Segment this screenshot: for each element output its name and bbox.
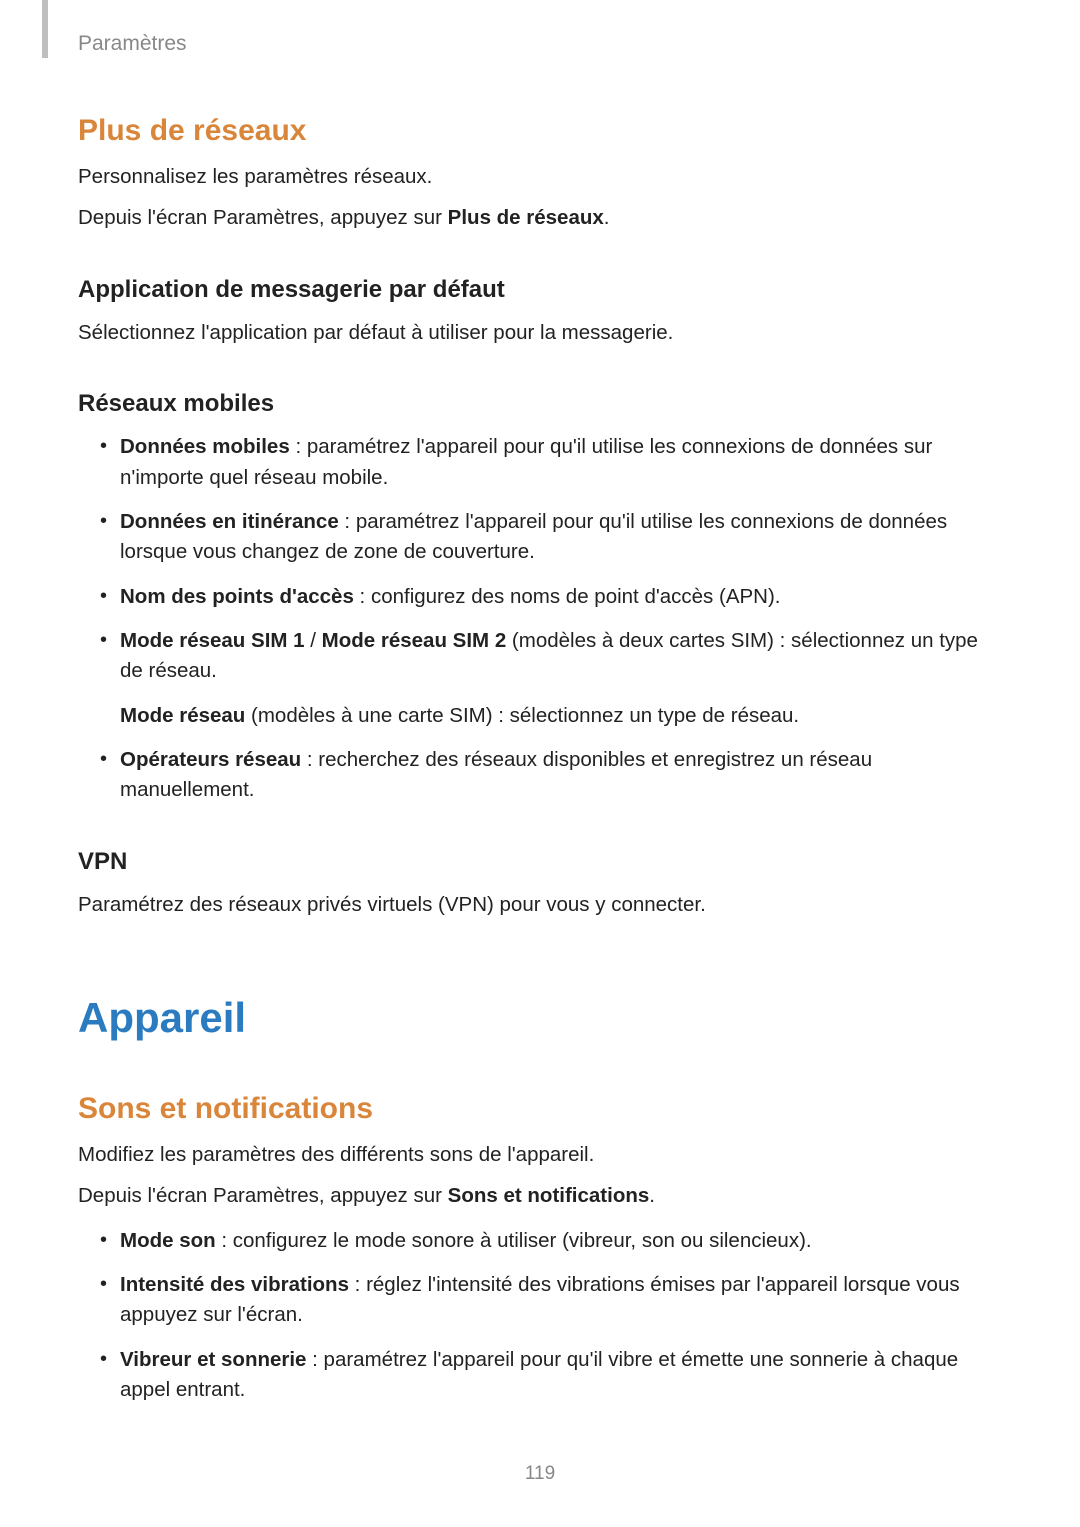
- text: .: [649, 1184, 655, 1207]
- list-item: Opérateurs réseau : recherchez des résea…: [100, 745, 1002, 806]
- paragraph: Modifiez les paramètres des différents s…: [78, 1140, 1002, 1171]
- bullet-list-sons: Mode son : configurez le mode sonore à u…: [78, 1226, 1002, 1406]
- breadcrumb: Paramètres: [78, 32, 1002, 56]
- list-item: Nom des points d'accès : configurez des …: [100, 582, 1002, 612]
- text-bold: Opérateurs réseau: [120, 748, 301, 771]
- list-item: Intensité des vibrations : réglez l'inte…: [100, 1270, 1002, 1331]
- sub-paragraph: Mode réseau (modèles à une carte SIM) : …: [120, 701, 1002, 731]
- list-item: Mode réseau SIM 1 / Mode réseau SIM 2 (m…: [100, 626, 1002, 731]
- list-item: Données mobiles : paramétrez l'appareil …: [100, 432, 1002, 493]
- paragraph: Sélectionnez l'application par défaut à …: [78, 318, 1002, 349]
- heading-sons-notifications: Sons et notifications: [78, 1092, 1002, 1126]
- subheading-mobile-networks: Réseaux mobiles: [78, 390, 1002, 418]
- text-bold: Sons et notifications: [448, 1184, 650, 1207]
- paragraph: Paramétrez des réseaux privés virtuels (…: [78, 890, 1002, 921]
- list-item: Mode son : configurez le mode sonore à u…: [100, 1226, 1002, 1256]
- text-bold: Données en itinérance: [120, 510, 339, 533]
- text-bold: Mode réseau: [120, 704, 245, 727]
- text: Depuis l'écran Paramètres, appuyez sur: [78, 206, 448, 229]
- text-bold: Mode réseau SIM 2: [322, 629, 507, 652]
- subheading-vpn: VPN: [78, 848, 1002, 876]
- text-bold: Vibreur et sonnerie: [120, 1348, 306, 1371]
- paragraph: Personnalisez les paramètres réseaux.: [78, 162, 1002, 193]
- paragraph: Depuis l'écran Paramètres, appuyez sur P…: [78, 203, 1002, 234]
- page-number: 119: [0, 1463, 1080, 1485]
- bullet-list-mobile-networks: Données mobiles : paramétrez l'appareil …: [78, 432, 1002, 805]
- text-bold: Données mobiles: [120, 435, 290, 458]
- text: /: [305, 629, 322, 652]
- text-bold: Nom des points d'accès: [120, 585, 354, 608]
- text: .: [604, 206, 610, 229]
- document-page: Paramètres Plus de réseaux Personnalisez…: [0, 0, 1080, 1527]
- list-item: Vibreur et sonnerie : paramétrez l'appar…: [100, 1345, 1002, 1406]
- heading-plus-de-reseaux: Plus de réseaux: [78, 114, 1002, 148]
- text: : configurez le mode sonore à utiliser (…: [216, 1229, 812, 1252]
- text-bold: Intensité des vibrations: [120, 1273, 349, 1296]
- text-bold: Mode réseau SIM 1: [120, 629, 305, 652]
- text-bold: Plus de réseaux: [448, 206, 604, 229]
- text: : configurez des noms de point d'accès (…: [354, 585, 781, 608]
- text-bold: Mode son: [120, 1229, 216, 1252]
- top-rule: [42, 0, 48, 58]
- subheading-default-msg-app: Application de messagerie par défaut: [78, 276, 1002, 304]
- paragraph: Depuis l'écran Paramètres, appuyez sur S…: [78, 1181, 1002, 1212]
- heading-appareil: Appareil: [78, 994, 1002, 1042]
- text: Depuis l'écran Paramètres, appuyez sur: [78, 1184, 448, 1207]
- text: (modèles à une carte SIM) : sélectionnez…: [245, 704, 799, 727]
- list-item: Données en itinérance : paramétrez l'app…: [100, 507, 1002, 568]
